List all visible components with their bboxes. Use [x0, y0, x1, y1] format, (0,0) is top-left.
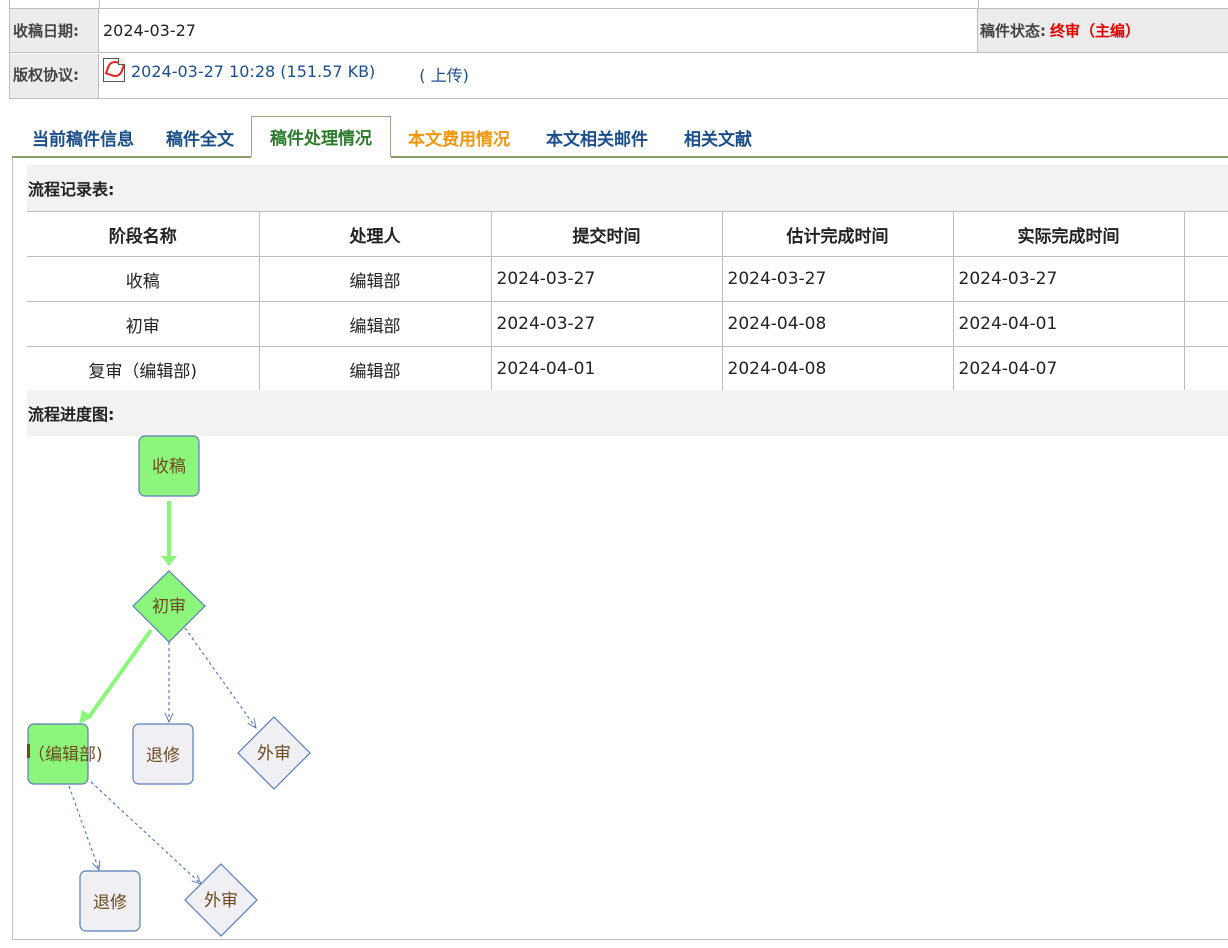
copyright-label: 版权协议:: [10, 54, 99, 98]
node-external-2: 外审: [184, 863, 258, 937]
status-cell: 稿件状态: 终审（主编）: [978, 9, 1228, 52]
pdf-file-icon[interactable]: [103, 58, 125, 82]
tab-full-text[interactable]: 稿件全文: [156, 116, 244, 158]
manuscript-info-table: 收稿日期: 2024-03-27 稿件状态: 终审（主编） 版权协议: 2024…: [9, 0, 1228, 99]
node-external-1: 外审: [237, 716, 311, 790]
edge-first-to-second-review: [87, 628, 153, 719]
tab-references[interactable]: 相关文献: [676, 116, 760, 158]
label-overflow-mark: [27, 744, 30, 758]
node-first-review: 初审: [132, 570, 206, 643]
tab-current-info[interactable]: 当前稿件信息: [14, 116, 152, 158]
receive-date-row: 收稿日期: 2024-03-27 稿件状态: 终审（主编）: [10, 9, 1228, 53]
copyright-file-link[interactable]: 2024-03-27 10:28 (151.57 KB): [131, 62, 375, 81]
status-label: 稿件状态:: [980, 22, 1046, 40]
node-external-1-label: 外审: [257, 744, 291, 764]
tab-related-emails[interactable]: 本文相关邮件: [536, 116, 658, 158]
node-first-review-label: 初审: [152, 597, 186, 617]
copyright-value: 2024-03-27 10:28 (151.57 KB) ( 上传): [99, 54, 1228, 98]
tab-fees[interactable]: 本文费用情况: [398, 116, 520, 158]
node-receive-label: 收稿: [152, 457, 186, 477]
edge-second-to-external: [90, 781, 201, 884]
node-revise-1: 退修: [132, 723, 194, 785]
upload-link[interactable]: ( 上传): [419, 62, 469, 86]
node-second-review: （编辑部): [27, 723, 103, 785]
receive-date-label: 收稿日期:: [10, 9, 99, 52]
edge-first-to-external: [184, 627, 256, 728]
processing-panel: 流程记录表: 阶段名称 处理人 提交时间 估计完成时间 实际完成时间 收稿 编辑…: [12, 158, 1228, 940]
info-divider: [99, 0, 100, 8]
info-divider: [978, 0, 979, 8]
node-revise-2: 退修: [79, 870, 141, 932]
edge-arrowhead: [161, 556, 177, 566]
node-receive: 收稿: [138, 435, 200, 497]
node-revise-2-label: 退修: [93, 893, 127, 913]
edge-second-to-revise: [68, 785, 99, 870]
flow-progress-diagram: 收稿 初审 （编辑部) 退修 外审 退修 外审: [27, 435, 311, 937]
copyright-row: 版权协议: 2024-03-27 10:28 (151.57 KB) ( 上传): [10, 54, 1228, 98]
tab-processing-status[interactable]: 稿件处理情况: [251, 116, 391, 158]
manuscript-tabs: 当前稿件信息 稿件全文 稿件处理情况 本文费用情况 本文相关邮件 相关文献: [12, 116, 1228, 158]
node-revise-1-label: 退修: [146, 746, 180, 766]
receive-date-value: 2024-03-27: [99, 9, 978, 52]
node-external-2-label: 外审: [204, 891, 238, 911]
node-second-review-label: （编辑部): [28, 745, 103, 765]
status-value: 终审（主编）: [1050, 22, 1141, 40]
